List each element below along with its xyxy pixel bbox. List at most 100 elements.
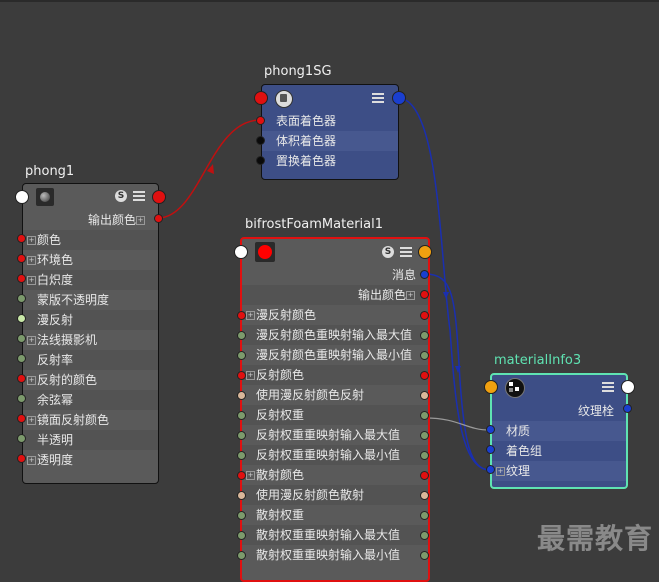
- port-right[interactable]: [420, 491, 429, 500]
- swatch-icon[interactable]: S: [115, 190, 127, 202]
- output-row: 纹理栓: [577, 404, 614, 418]
- port-texture[interactable]: [486, 465, 495, 474]
- phong1sg-input-port[interactable]: [254, 91, 268, 105]
- expand-icon[interactable]: +: [406, 291, 415, 300]
- menu-icon[interactable]: [133, 191, 145, 201]
- info-icon: [505, 378, 525, 398]
- materialinfo-title: materialInfo3: [494, 353, 582, 368]
- port-material[interactable]: [486, 425, 495, 434]
- menu-icon[interactable]: [602, 382, 614, 392]
- port-right[interactable]: [420, 551, 429, 560]
- list-item: 散射权重重映射输入最大值: [242, 525, 428, 545]
- expand-icon[interactable]: +: [136, 216, 145, 225]
- swatch-icon[interactable]: S: [382, 246, 394, 258]
- port-matte-opacity[interactable]: [17, 294, 26, 303]
- port-cosine-power[interactable]: [17, 394, 26, 403]
- list-item: 半透明: [23, 430, 158, 450]
- port-left[interactable]: [237, 471, 246, 480]
- port-left[interactable]: [237, 411, 246, 420]
- port-left[interactable]: [237, 491, 246, 500]
- expand-icon[interactable]: +: [27, 376, 36, 385]
- port-surface-shader[interactable]: [256, 116, 265, 125]
- port-left[interactable]: [237, 511, 246, 520]
- port-right[interactable]: [420, 411, 429, 420]
- menu-icon[interactable]: [372, 93, 384, 103]
- wire-arrow-blue-1: [443, 292, 449, 299]
- expand-icon[interactable]: +: [246, 471, 255, 480]
- message-row: 消息: [391, 268, 416, 282]
- phong1-input-port[interactable]: [15, 190, 29, 204]
- wire-gray[interactable]: [424, 417, 491, 431]
- port-right[interactable]: [420, 351, 429, 360]
- list-item: + 白炽度: [23, 270, 158, 290]
- phong1-output-port[interactable]: [152, 190, 166, 204]
- list-item: 表面着色器: [276, 114, 337, 128]
- materialinfo-output-port[interactable]: [621, 380, 635, 394]
- bifrost-node[interactable]: S 消息 输出颜色 + + 漫反射颜色 漫反射颜色重映射输入最大值 漫反射颜色重映射…: [240, 237, 430, 582]
- port-normal-camera[interactable]: [17, 334, 26, 343]
- materialinfo-input-port[interactable]: [484, 380, 498, 394]
- expand-icon[interactable]: +: [27, 416, 36, 425]
- port-right[interactable]: [420, 331, 429, 340]
- port-specular-color[interactable]: [17, 414, 26, 423]
- port-right[interactable]: [420, 311, 429, 320]
- port-right[interactable]: [420, 531, 429, 540]
- phong1sg-output-port[interactable]: [392, 91, 406, 105]
- expand-icon[interactable]: +: [27, 276, 36, 285]
- port-left[interactable]: [237, 551, 246, 560]
- port-right[interactable]: [420, 471, 429, 480]
- port-message[interactable]: [420, 270, 429, 279]
- expand-icon[interactable]: +: [496, 467, 505, 476]
- phong1sg-node[interactable]: 表面着色器 体积着色器 置换着色器: [261, 84, 399, 180]
- port-reflected-color[interactable]: [17, 374, 26, 383]
- port-left[interactable]: [237, 371, 246, 380]
- port-left[interactable]: [237, 531, 246, 540]
- port-left[interactable]: [237, 351, 246, 360]
- port-incandescence[interactable]: [17, 274, 26, 283]
- materialinfo-node[interactable]: 纹理栓 材质 着色组 + 纹理: [490, 373, 628, 489]
- port-left[interactable]: [237, 431, 246, 440]
- list-item: + 漫反射颜色: [246, 308, 317, 322]
- expand-icon[interactable]: +: [27, 236, 36, 245]
- list-item: 反射权重重映射输入最小值: [242, 445, 428, 465]
- port-translucence[interactable]: [17, 434, 26, 443]
- menu-icon[interactable]: [400, 247, 412, 257]
- port-left[interactable]: [237, 451, 246, 460]
- port-volume-shader[interactable]: [256, 136, 265, 145]
- port-left[interactable]: [237, 331, 246, 340]
- port-right[interactable]: [420, 511, 429, 520]
- expand-icon[interactable]: +: [246, 371, 255, 380]
- list-item: + 反射颜色: [242, 365, 428, 385]
- bifrost-title: bifrostFoamMaterial1: [245, 217, 384, 232]
- port-reflectivity[interactable]: [17, 354, 26, 363]
- expand-icon[interactable]: +: [27, 336, 36, 345]
- port-diffuse[interactable]: [17, 314, 26, 323]
- port-texture-plug[interactable]: [623, 404, 632, 413]
- phong1-title: phong1: [25, 164, 75, 179]
- port-out-color[interactable]: [154, 214, 163, 223]
- port-ambient[interactable]: [17, 254, 26, 263]
- port-transparency[interactable]: [17, 454, 26, 463]
- port-left[interactable]: [237, 391, 246, 400]
- port-right[interactable]: [420, 451, 429, 460]
- port-displacement-shader[interactable]: [256, 156, 265, 165]
- sphere-icon: [36, 188, 54, 206]
- phong1-node[interactable]: S 输出颜色 + + 颜色 + 环境色 + 白炽度 蒙版不透明度 漫反射 + 法线摄影机 …: [22, 183, 159, 484]
- expand-icon[interactable]: +: [27, 456, 36, 465]
- expand-icon[interactable]: +: [27, 256, 36, 265]
- expand-icon[interactable]: +: [246, 311, 255, 320]
- port-left[interactable]: [237, 311, 246, 320]
- list-item: + 镜面反射颜色: [27, 413, 110, 427]
- port-right[interactable]: [420, 391, 429, 400]
- port-color[interactable]: [17, 234, 26, 243]
- shading-group-icon: [275, 90, 293, 108]
- bifrost-input-port[interactable]: [234, 245, 248, 259]
- port-right[interactable]: [420, 431, 429, 440]
- list-item: 漫反射颜色重映射输入最小值: [256, 348, 413, 362]
- port-right[interactable]: [420, 371, 429, 380]
- port-out-color[interactable]: [420, 290, 429, 299]
- list-item: + 环境色: [27, 253, 74, 267]
- wire-bifrost-to-materialinfo[interactable]: [424, 273, 491, 471]
- port-shading-group[interactable]: [486, 445, 495, 454]
- bifrost-output-port[interactable]: [418, 245, 432, 259]
